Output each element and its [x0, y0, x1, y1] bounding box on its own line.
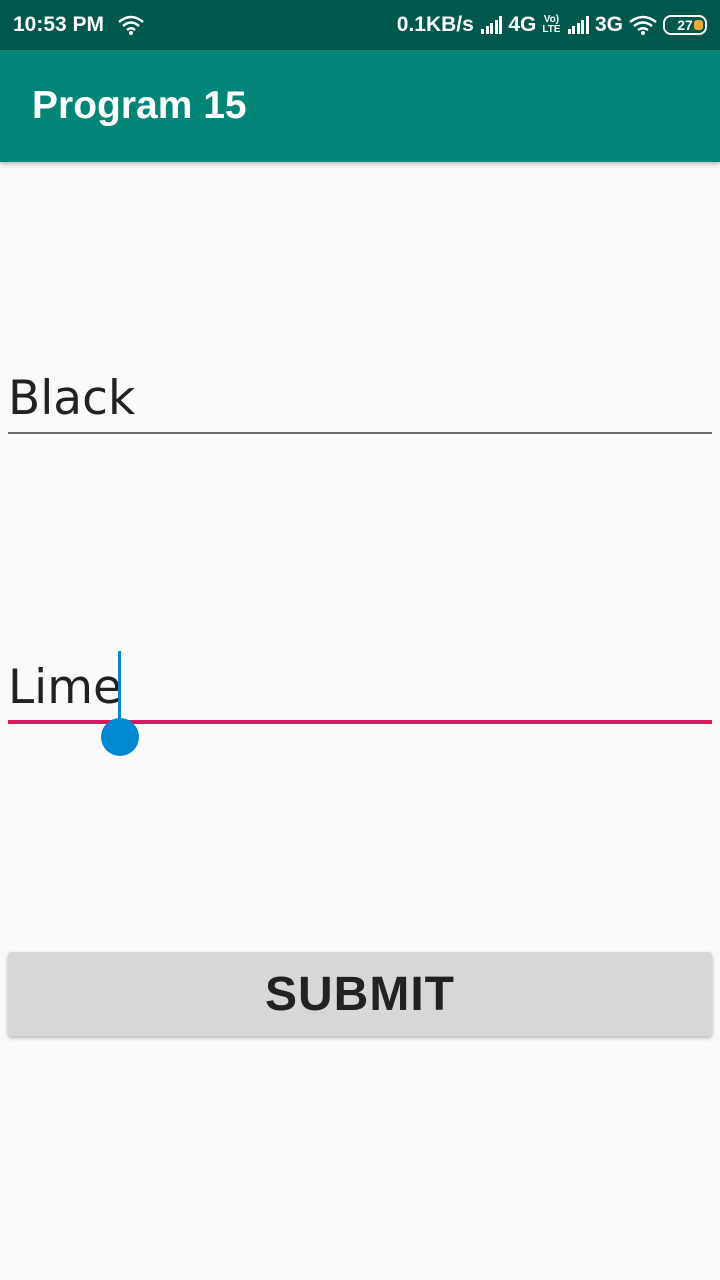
app-title: Program 15	[32, 84, 247, 127]
status-time: 10:53 PM	[13, 13, 105, 36]
text-cursor	[118, 651, 121, 719]
wifi-icon	[629, 15, 657, 35]
color-input-1[interactable]	[8, 368, 712, 428]
status-bar-left: 10:53 PM	[13, 13, 144, 37]
volte-bottom: LTE	[542, 24, 561, 35]
status-bar: 10:53 PM 0.1KB/s 4G Vo) LTE 3G 27	[0, 0, 720, 50]
app-bar: Program 15	[0, 50, 720, 162]
network-type-2: 3G	[594, 13, 623, 36]
cursor-handle[interactable]	[101, 718, 139, 756]
input-underline	[8, 432, 712, 434]
color-field-1[interactable]	[8, 368, 712, 434]
color-field-2[interactable]	[8, 651, 712, 756]
battery-icon: 27	[663, 15, 707, 35]
wifi-icon	[118, 15, 144, 35]
battery-level: 27	[677, 17, 693, 33]
network-type-1: 4G	[508, 13, 537, 36]
status-bar-right: 0.1KB/s 4G Vo) LTE 3G 27	[391, 13, 707, 37]
net-speed: 0.1KB/s	[396, 13, 474, 36]
color-input-2[interactable]	[8, 657, 712, 717]
signal-icon	[566, 16, 589, 34]
submit-button[interactable]: SUBMIT	[8, 952, 712, 1036]
signal-icon	[480, 16, 503, 34]
volte-indicator: Vo) LTE	[542, 15, 560, 35]
